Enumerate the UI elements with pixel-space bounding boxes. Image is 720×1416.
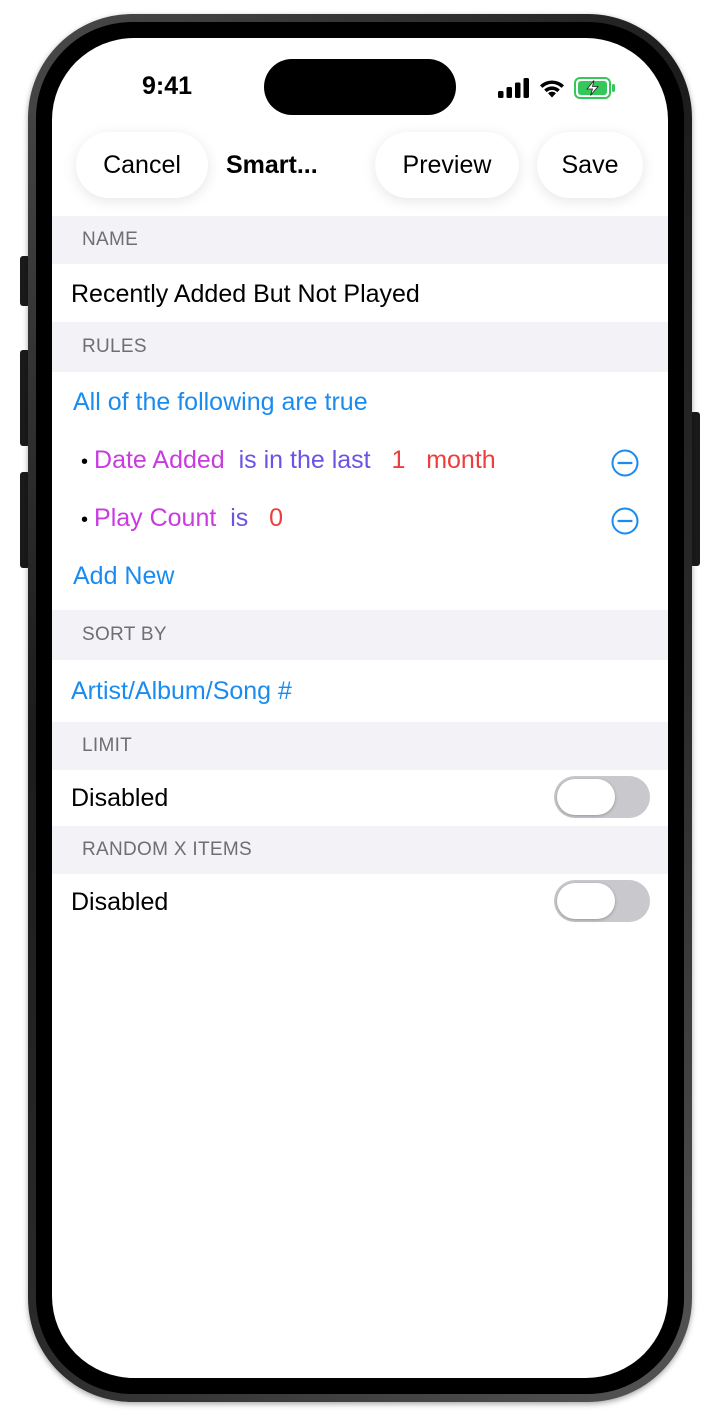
cancel-button-label: Cancel [103,150,181,179]
name-field[interactable]: Recently Added But Not Played [52,264,668,322]
rule-operator[interactable]: is [230,504,248,532]
rule-bullet: • [81,451,89,473]
toggle-knob [557,883,615,919]
sort-by-row[interactable]: Artist/Album/Song # [52,660,668,722]
limit-toggle[interactable] [554,776,650,818]
random-section-header: RANDOM X ITEMS [52,826,668,874]
wifi-icon [540,80,564,98]
remove-rule-icon[interactable] [610,506,640,536]
limit-header-label: LIMIT [82,735,133,756]
rule-value[interactable]: 0 [269,504,283,532]
match-mode-selector[interactable]: All of the following are true [73,388,368,417]
random-row: Disabled [52,874,668,930]
add-rule-button[interactable]: Add New [73,562,174,591]
save-button[interactable]: Save [537,132,643,198]
status-time: 9:41 [141,72,193,100]
random-label: Disabled [71,888,169,916]
name-header-label: NAME [82,229,139,250]
save-button-label: Save [561,150,619,179]
rule-row[interactable]: • Play Count is 0 [81,504,283,533]
rule-field[interactable]: Play Count [94,504,216,532]
rule-bullet: • [81,509,89,531]
cancel-button[interactable]: Cancel [76,132,208,198]
navigation-bar: Cancel Smart... Preview Save [52,132,668,206]
sort-by-value: Artist/Album/Song # [71,677,292,705]
rule-row[interactable]: • Date Added is in the last 1 month [81,446,496,475]
limit-section-header: LIMIT [52,722,668,770]
preview-button[interactable]: Preview [375,132,519,198]
limit-label: Disabled [71,784,169,812]
rules-header-label: RULES [82,336,147,357]
name-value: Recently Added But Not Played [71,280,420,308]
rules-section-header: RULES [52,322,668,372]
rule-operator[interactable]: is in the last [239,446,371,474]
preview-button-label: Preview [402,150,492,179]
rule-value[interactable]: 1 [391,446,405,474]
random-toggle[interactable] [554,880,650,922]
random-header-label: RANDOM X ITEMS [82,839,252,860]
page-title: Smart... [226,151,318,179]
limit-row: Disabled [52,770,668,826]
name-section-header: NAME [52,216,668,264]
status-icons [498,76,616,100]
dynamic-island [264,59,456,115]
sort-section-header: SORT BY [52,610,668,660]
sort-header-label: SORT BY [82,624,167,645]
rule-field[interactable]: Date Added [94,446,225,474]
battery-charging-icon [574,77,615,99]
screen: 9:41 Cancel Smart... Preview Save NAME R… [52,38,668,1378]
remove-rule-icon[interactable] [610,448,640,478]
rule-unit[interactable]: month [426,446,495,474]
cellular-signal-icon [498,78,529,98]
toggle-knob [557,779,615,815]
rules-section: All of the following are true • Date Adde… [52,372,668,610]
